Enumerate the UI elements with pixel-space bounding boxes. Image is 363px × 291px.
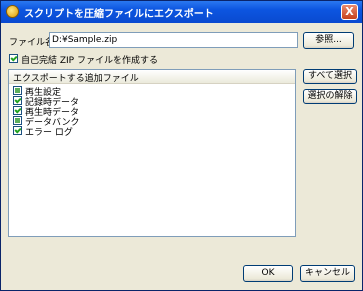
ok-button[interactable]: OK [243, 265, 293, 282]
select-all-button[interactable]: すべて選択 [303, 69, 357, 84]
self-extract-label: 自己完結 ZIP ファイルを作成する [21, 56, 158, 66]
list-header-label: エクスポートする追加ファイル [13, 74, 139, 84]
deselect-button[interactable]: 選択の解除 [303, 89, 357, 104]
cancel-button[interactable]: キャンセル [300, 265, 355, 282]
list-header: エクスポートする追加ファイル [9, 70, 295, 84]
export-dialog: スクリプトを圧縮ファイルにエクスポート X ファイル名: D:¥Sample.z… [0, 0, 363, 291]
title-bar[interactable]: スクリプトを圧縮ファイルにエクスポート X [1, 1, 362, 23]
self-extract-checkbox[interactable] [9, 54, 18, 63]
item-label: エラー ログ [25, 128, 73, 138]
item-checkbox[interactable] [13, 126, 22, 135]
item-checkbox[interactable] [13, 106, 22, 115]
file-name-input[interactable]: D:¥Sample.zip [49, 32, 298, 48]
close-button[interactable]: X [341, 4, 358, 20]
app-icon [6, 5, 19, 18]
item-checkbox[interactable] [13, 86, 22, 95]
item-checkbox[interactable] [13, 96, 22, 105]
window-title: スクリプトを圧縮ファイルにエクスポート [24, 9, 214, 20]
item-checkbox[interactable] [13, 116, 22, 125]
browse-button[interactable]: 参照... [303, 32, 354, 49]
additional-files-list: エクスポートする追加ファイル 再生設定 記録時データ 再生時データ データバンク… [8, 69, 296, 237]
